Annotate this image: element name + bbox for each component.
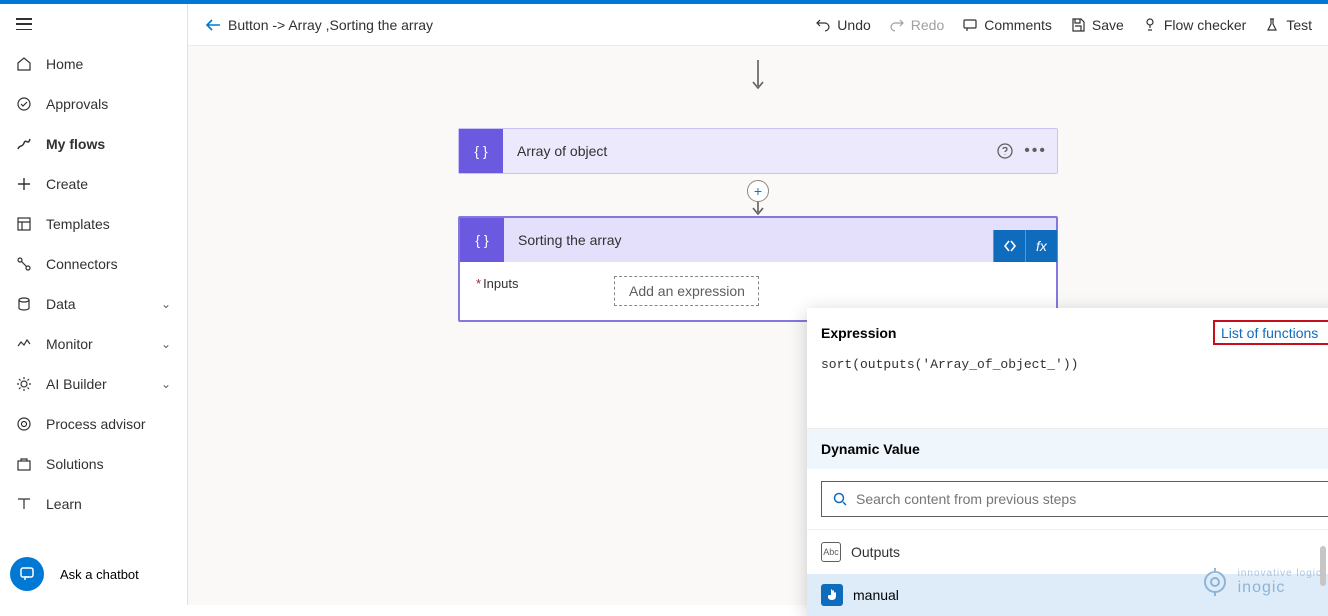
search-icon bbox=[832, 491, 848, 507]
flow-canvas: { } Array of object ••• + { } Sorting th… bbox=[188, 46, 1328, 605]
sidebar-item-label: AI Builder bbox=[46, 376, 107, 392]
sidebar-item-label: My flows bbox=[46, 136, 105, 152]
connectors-icon bbox=[16, 256, 32, 272]
dynamic-value-header[interactable]: Dynamic Value ⌃ bbox=[807, 429, 1328, 469]
list-of-functions-link[interactable]: List of functions bbox=[1221, 325, 1318, 341]
chevron-down-icon: ⌄ bbox=[161, 337, 171, 351]
sidebar-item-label: Process advisor bbox=[46, 416, 146, 432]
chatbot-launcher[interactable]: Ask a chatbot bbox=[0, 543, 187, 605]
dynamic-value-label: Dynamic Value bbox=[821, 441, 920, 457]
templates-icon bbox=[16, 216, 32, 232]
watermark-top: innovative logic bbox=[1238, 568, 1322, 579]
action-label: Test bbox=[1286, 17, 1312, 33]
action-label: Undo bbox=[837, 17, 870, 33]
outputs-label: Outputs bbox=[851, 544, 900, 560]
compose-icon: { } bbox=[460, 218, 504, 262]
chatbot-label: Ask a chatbot bbox=[60, 567, 139, 582]
approvals-icon bbox=[16, 96, 32, 112]
sidebar-item-label: Create bbox=[46, 176, 88, 192]
chevron-down-icon: ⌄ bbox=[161, 297, 171, 311]
flows-icon bbox=[16, 136, 32, 152]
sidebar-item-label: Monitor bbox=[46, 336, 93, 352]
sidebar-item-solutions[interactable]: Solutions bbox=[0, 444, 187, 484]
nav: Home Approvals My flows Create Templates… bbox=[0, 44, 187, 543]
step-title: Array of object bbox=[503, 143, 607, 159]
connector-arrow-icon bbox=[748, 58, 768, 92]
sidebar-item-templates[interactable]: Templates bbox=[0, 204, 187, 244]
ai-icon bbox=[16, 376, 32, 392]
step-array-of-object[interactable]: { } Array of object ••• bbox=[458, 128, 1058, 174]
sidebar-item-aibuilder[interactable]: AI Builder ⌄ bbox=[0, 364, 187, 404]
chevron-down-icon: ⌄ bbox=[161, 377, 171, 391]
watermark: innovative logic inogic bbox=[1198, 565, 1322, 599]
dynamic-content-button[interactable] bbox=[993, 230, 1025, 262]
abc-icon: Abc bbox=[821, 542, 841, 562]
save-button[interactable]: Save bbox=[1070, 17, 1124, 33]
sidebar-item-label: Data bbox=[46, 296, 76, 312]
comments-button[interactable]: Comments bbox=[962, 17, 1052, 33]
popup-title: Expression bbox=[821, 325, 896, 341]
sidebar-item-data[interactable]: Data ⌄ bbox=[0, 284, 187, 324]
undo-button[interactable]: Undo bbox=[815, 17, 870, 33]
more-icon[interactable]: ••• bbox=[1024, 142, 1047, 160]
sidebar-item-label: Templates bbox=[46, 216, 110, 232]
sidebar-item-processadvisor[interactable]: Process advisor bbox=[0, 404, 187, 444]
watermark-bottom: inogic bbox=[1238, 579, 1286, 596]
sidebar: Home Approvals My flows Create Templates… bbox=[0, 4, 188, 605]
solutions-icon bbox=[16, 456, 32, 472]
compose-icon: { } bbox=[459, 129, 503, 173]
home-icon bbox=[16, 56, 32, 72]
sidebar-item-label: Solutions bbox=[46, 456, 104, 472]
action-label: Comments bbox=[984, 17, 1052, 33]
action-label: Save bbox=[1092, 17, 1124, 33]
process-icon bbox=[16, 416, 32, 432]
help-icon[interactable] bbox=[996, 142, 1014, 160]
action-label: Redo bbox=[911, 17, 944, 33]
highlight-box: List of functions ✕ bbox=[1213, 320, 1328, 345]
manual-icon bbox=[821, 584, 843, 606]
main: Button -> Array ,Sorting the array Undo … bbox=[188, 4, 1328, 605]
flowchecker-button[interactable]: Flow checker bbox=[1142, 17, 1246, 33]
sidebar-item-approvals[interactable]: Approvals bbox=[0, 84, 187, 124]
sidebar-item-monitor[interactable]: Monitor ⌄ bbox=[0, 324, 187, 364]
search-field[interactable] bbox=[856, 491, 1328, 507]
sidebar-item-home[interactable]: Home bbox=[0, 44, 187, 84]
header: Button -> Array ,Sorting the array Undo … bbox=[188, 4, 1328, 46]
hamburger-menu[interactable] bbox=[0, 4, 187, 44]
sidebar-item-learn[interactable]: Learn bbox=[0, 484, 187, 524]
expression-code[interactable]: sort(outputs('Array_of_object_')) bbox=[807, 347, 1328, 429]
add-step-button[interactable]: + bbox=[747, 180, 769, 202]
learn-icon bbox=[16, 496, 32, 512]
sidebar-item-connectors[interactable]: Connectors bbox=[0, 244, 187, 284]
expression-input[interactable]: Add an expression bbox=[614, 276, 759, 306]
search-input[interactable] bbox=[821, 481, 1328, 517]
expression-fx-button[interactable]: fx bbox=[1025, 230, 1057, 262]
chatbot-icon bbox=[10, 557, 44, 591]
inputs-label: *Inputs bbox=[476, 276, 518, 291]
sidebar-item-label: Home bbox=[46, 56, 83, 72]
sidebar-item-create[interactable]: Create bbox=[0, 164, 187, 204]
step-title: Sorting the array bbox=[504, 232, 622, 248]
action-label: Flow checker bbox=[1164, 17, 1246, 33]
step-sorting-array[interactable]: { } Sorting the array fx *Inputs Add an … bbox=[458, 216, 1058, 322]
test-button[interactable]: Test bbox=[1264, 17, 1312, 33]
data-icon bbox=[16, 296, 32, 312]
redo-button[interactable]: Redo bbox=[889, 17, 944, 33]
manual-label: manual bbox=[853, 587, 899, 603]
sidebar-item-label: Connectors bbox=[46, 256, 118, 272]
sidebar-item-myflows[interactable]: My flows bbox=[0, 124, 187, 164]
monitor-icon bbox=[16, 336, 32, 352]
plus-icon bbox=[16, 176, 32, 192]
breadcrumb: Button -> Array ,Sorting the array bbox=[228, 17, 433, 33]
back-button[interactable] bbox=[198, 16, 228, 34]
sidebar-item-label: Approvals bbox=[46, 96, 108, 112]
sidebar-item-label: Learn bbox=[46, 496, 82, 512]
